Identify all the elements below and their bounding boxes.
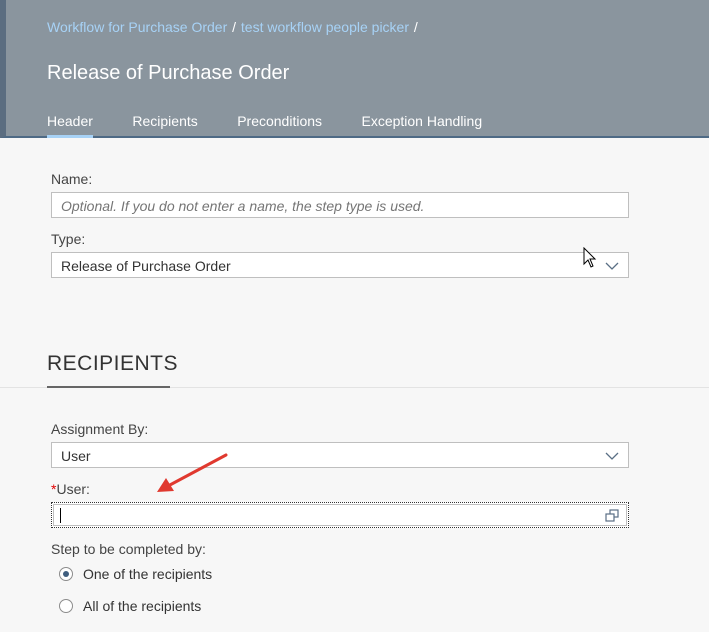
text-caret [60,508,61,523]
tab-exception-handling[interactable]: Exception Handling [361,113,482,137]
object-page-header: Workflow for Purchase Order / test workf… [0,0,709,138]
completed-by-label: Step to be completed by: [51,541,206,557]
radio-button-selected[interactable] [59,567,73,581]
red-arrow-icon [157,453,228,492]
assignment-by-value: User [61,448,91,464]
type-label: Type: [51,231,86,247]
section-title-underline [47,386,170,388]
chevron-down-icon[interactable] [605,259,619,273]
mouse-cursor-icon [583,247,597,268]
type-select[interactable]: Release of Purchase Order [51,252,629,278]
assignment-by-label: Assignment By: [51,421,149,437]
tab-bar: Header Recipients Preconditions Exceptio… [47,113,517,138]
name-label: Name: [51,171,93,187]
radio-label-all: All of the recipients [83,598,202,614]
tab-preconditions[interactable]: Preconditions [237,113,322,137]
user-label: *User: [51,481,90,497]
assignment-by-select[interactable]: User [51,442,629,468]
radio-dot [63,571,69,577]
tab-recipients[interactable]: Recipients [132,113,197,137]
radio-button[interactable] [59,599,73,613]
page-title: Release of Purchase Order [47,62,290,84]
value-help-icon[interactable] [605,509,619,523]
tab-header[interactable]: Header [47,113,93,138]
user-input[interactable] [51,502,629,528]
name-input[interactable]: Optional. If you do not enter a name, th… [51,192,629,218]
radio-label-one: One of the recipients [83,566,213,582]
name-placeholder: Optional. If you do not enter a name, th… [61,198,425,214]
type-value: Release of Purchase Order [61,258,231,274]
breadcrumb: Workflow for Purchase Order / test workf… [47,19,419,35]
recipients-section-title: RECIPIENTS [47,352,179,375]
breadcrumb-link-test-workflow[interactable]: test workflow people picker [241,19,409,35]
breadcrumb-separator: / [232,19,237,35]
user-label-text: User: [56,481,90,497]
breadcrumb-separator: / [413,19,418,35]
breadcrumb-link-workflow[interactable]: Workflow for Purchase Order [47,19,227,35]
chevron-down-icon[interactable] [605,449,619,463]
